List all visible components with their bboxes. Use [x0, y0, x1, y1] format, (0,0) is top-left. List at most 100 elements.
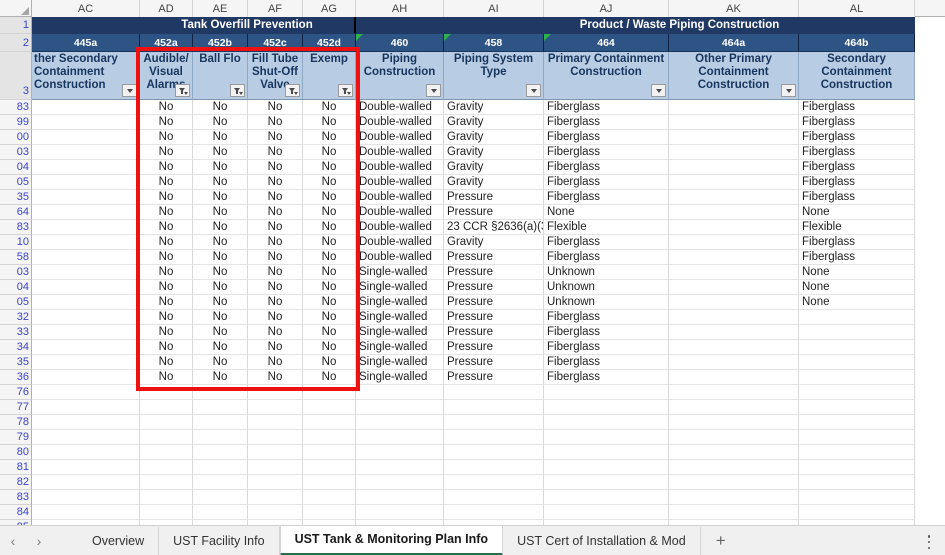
cell-al[interactable]: Fiberglass: [799, 190, 915, 205]
cell-af[interactable]: [248, 430, 303, 445]
table-row[interactable]: 99NoNoNoNoDouble-walledGravityFiberglass…: [0, 115, 945, 130]
table-row[interactable]: 04NoNoNoNoSingle-walledPressureUnknownNo…: [0, 280, 945, 295]
cell-ad[interactable]: No: [140, 175, 193, 190]
column-header-ai[interactable]: AI: [444, 0, 544, 17]
cell-al[interactable]: [799, 355, 915, 370]
cell-ae[interactable]: [193, 430, 248, 445]
cell-af[interactable]: No: [248, 130, 303, 145]
column-header-ad[interactable]: AD: [140, 0, 193, 17]
cell-aj[interactable]: Fiberglass: [544, 100, 669, 115]
add-sheet-button[interactable]: +: [701, 527, 741, 555]
cell-ag[interactable]: No: [303, 175, 356, 190]
row-header[interactable]: 36: [0, 370, 32, 385]
row-header[interactable]: 35: [0, 355, 32, 370]
cell-ai[interactable]: [444, 505, 544, 520]
cell-ak[interactable]: [669, 430, 799, 445]
cell-ae[interactable]: No: [193, 130, 248, 145]
cell-ak[interactable]: [669, 115, 799, 130]
cell-ac[interactable]: [32, 205, 140, 220]
cell-ae[interactable]: No: [193, 190, 248, 205]
row-header[interactable]: 35: [0, 190, 32, 205]
row-header[interactable]: 00: [0, 130, 32, 145]
cell-ah[interactable]: Single-walled: [356, 325, 444, 340]
cell-ak[interactable]: [669, 475, 799, 490]
cell-ac[interactable]: [32, 430, 140, 445]
cell-ak[interactable]: [669, 415, 799, 430]
table-row[interactable]: 00NoNoNoNoDouble-walledGravityFiberglass…: [0, 130, 945, 145]
cell-af[interactable]: No: [248, 280, 303, 295]
cell-al[interactable]: [799, 310, 915, 325]
cell-aj[interactable]: None: [544, 205, 669, 220]
cell-al[interactable]: Flexible: [799, 220, 915, 235]
row-header[interactable]: 10: [0, 235, 32, 250]
table-row[interactable]: 03NoNoNoNoDouble-walledGravityFiberglass…: [0, 145, 945, 160]
row-header[interactable]: 83: [0, 100, 32, 115]
row-header[interactable]: 78: [0, 415, 32, 430]
cell-ad[interactable]: [140, 385, 193, 400]
row-header[interactable]: 64: [0, 205, 32, 220]
cell-ak[interactable]: [669, 190, 799, 205]
filter-dropdown-icon-ak[interactable]: [781, 84, 796, 97]
cell-ak[interactable]: [669, 460, 799, 475]
filter-dropdown-icon-ac[interactable]: [122, 84, 137, 97]
cell-ac[interactable]: [32, 145, 140, 160]
cell-ad[interactable]: [140, 490, 193, 505]
cell-ag[interactable]: No: [303, 250, 356, 265]
cell-af[interactable]: [248, 385, 303, 400]
cell-ai[interactable]: Gravity: [444, 115, 544, 130]
cell-af[interactable]: No: [248, 325, 303, 340]
cell-ak[interactable]: [669, 325, 799, 340]
spreadsheet-grid[interactable]: ACADAEAFAGAHAIAJAKAL 1 Tank Overfill Pre…: [0, 0, 945, 555]
cell-ag[interactable]: [303, 445, 356, 460]
cell-ac[interactable]: [32, 250, 140, 265]
cell-ah[interactable]: Double-walled: [356, 190, 444, 205]
cell-aj[interactable]: Unknown: [544, 295, 669, 310]
column-header-af[interactable]: AF: [248, 0, 303, 17]
cell-ae[interactable]: No: [193, 250, 248, 265]
cell-af[interactable]: No: [248, 250, 303, 265]
row-header[interactable]: 79: [0, 430, 32, 445]
cell-aj[interactable]: Fiberglass: [544, 340, 669, 355]
table-row[interactable]: 81: [0, 460, 945, 475]
cell-ae[interactable]: No: [193, 325, 248, 340]
cell-ad[interactable]: No: [140, 220, 193, 235]
cell-ak[interactable]: [669, 310, 799, 325]
column-header-al[interactable]: AL: [799, 0, 915, 17]
cell-ag[interactable]: No: [303, 340, 356, 355]
cell-ai[interactable]: [444, 400, 544, 415]
cell-ac[interactable]: [32, 415, 140, 430]
cell-aj[interactable]: [544, 385, 669, 400]
row-header[interactable]: 77: [0, 400, 32, 415]
cell-ae[interactable]: No: [193, 355, 248, 370]
cell-al[interactable]: Fiberglass: [799, 115, 915, 130]
table-row[interactable]: 35NoNoNoNoDouble-walledPressureFiberglas…: [0, 190, 945, 205]
sheet-tab-3[interactable]: UST Cert of Installation & Mod: [503, 527, 701, 555]
cell-ai[interactable]: Gravity: [444, 175, 544, 190]
cell-af[interactable]: No: [248, 310, 303, 325]
cell-aj[interactable]: Fiberglass: [544, 130, 669, 145]
cell-al[interactable]: [799, 430, 915, 445]
cell-ac[interactable]: [32, 400, 140, 415]
cell-aj[interactable]: Fiberglass: [544, 355, 669, 370]
cell-ai[interactable]: Gravity: [444, 130, 544, 145]
cell-ad[interactable]: No: [140, 295, 193, 310]
cell-ag[interactable]: No: [303, 160, 356, 175]
cell-ai[interactable]: Gravity: [444, 160, 544, 175]
table-row[interactable]: 33NoNoNoNoSingle-walledPressureFiberglas…: [0, 325, 945, 340]
row-header[interactable]: 82: [0, 475, 32, 490]
column-header-aj[interactable]: AJ: [544, 0, 669, 17]
cell-ah[interactable]: Single-walled: [356, 280, 444, 295]
cell-ad[interactable]: No: [140, 100, 193, 115]
cell-ah[interactable]: [356, 430, 444, 445]
cell-af[interactable]: No: [248, 220, 303, 235]
previous-sheet-button[interactable]: ‹: [0, 527, 26, 555]
cell-aj[interactable]: [544, 415, 669, 430]
row-header[interactable]: 05: [0, 175, 32, 190]
sheet-tab-1[interactable]: UST Facility Info: [159, 527, 279, 555]
cell-af[interactable]: [248, 400, 303, 415]
cell-ah[interactable]: [356, 490, 444, 505]
cell-ak[interactable]: [669, 160, 799, 175]
cell-af[interactable]: [248, 460, 303, 475]
cell-al[interactable]: Fiberglass: [799, 235, 915, 250]
cell-ag[interactable]: [303, 475, 356, 490]
